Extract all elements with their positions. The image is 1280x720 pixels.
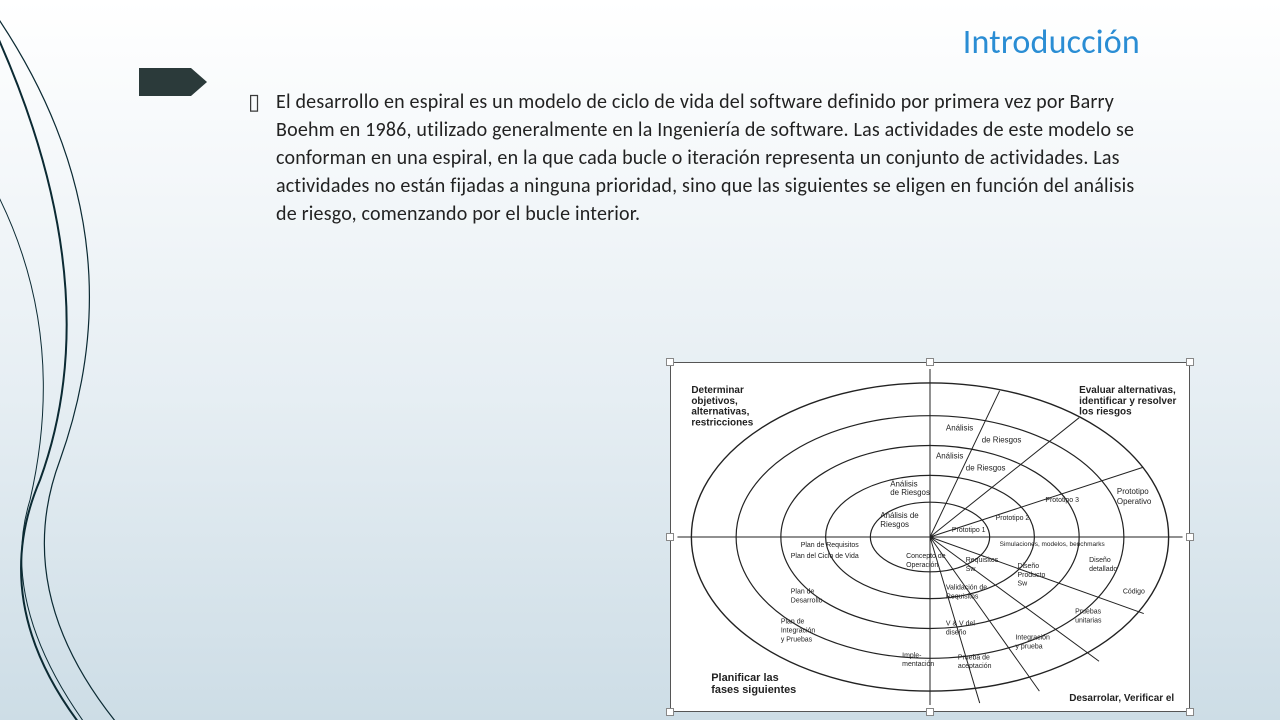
q1-label: Determinarobjetivos,alternativas,restric… (691, 385, 753, 429)
svg-text:Simulaciones, modelos, benchma: Simulaciones, modelos, benchmarks (1000, 541, 1105, 548)
svg-text:Análisis de: Análisis de (880, 511, 919, 520)
resize-handle[interactable] (1186, 533, 1194, 541)
svg-text:Plan deIntegracióny Pruebas: Plan deIntegracióny Pruebas (781, 619, 816, 644)
body-paragraph: El desarrollo en espiral es un modelo de… (276, 88, 1146, 228)
q2-label: Evaluar alternativas,identificar y resol… (1079, 385, 1176, 418)
svg-text:de Riesgos: de Riesgos (890, 488, 930, 497)
svg-text:PrototipoOperativo: PrototipoOperativo (1117, 487, 1152, 506)
resize-handle[interactable] (926, 358, 934, 366)
svg-text:Concepto deOperación: Concepto deOperación (906, 553, 946, 569)
theme-curves (0, 0, 260, 720)
resize-handle[interactable] (666, 358, 674, 366)
spiral-model-diagram: Determinarobjetivos,alternativas,restric… (670, 362, 1190, 712)
decorative-arrow (139, 68, 207, 96)
svg-text:RequisitosSw: RequisitosSw (966, 557, 999, 573)
svg-text:Diseñodetallado: Diseñodetallado (1089, 557, 1117, 573)
resize-handle[interactable] (666, 533, 674, 541)
svg-text:Código: Código (1123, 589, 1145, 596)
svg-text:V & V deldiseño: V & V deldiseño (946, 620, 975, 636)
svg-text:Pruebasunitarias: Pruebasunitarias (1075, 609, 1102, 625)
q3-label: Planificar lasfases siguientes (711, 672, 796, 696)
resize-handle[interactable] (926, 708, 934, 716)
svg-text:Validación deRequisitos: Validación deRequisitos (946, 585, 987, 601)
slide-canvas: Introducción ▯ El desarrollo en espiral … (0, 0, 1280, 720)
svg-text:Prueba deaceptación: Prueba deaceptación (958, 654, 992, 670)
resize-handle[interactable] (1186, 358, 1194, 366)
svg-text:Prototipo 3: Prototipo 3 (1045, 497, 1079, 504)
svg-text:Plan del Ciclo de Vida: Plan del Ciclo de Vida (791, 553, 859, 560)
bullet-marker: ▯ (248, 88, 266, 115)
svg-text:Análisis: Análisis (890, 479, 917, 488)
svg-text:Análisis: Análisis (936, 451, 963, 460)
svg-text:Prototipo 1: Prototipo 1 (952, 527, 986, 534)
svg-text:Plan deDesarrollo: Plan deDesarrollo (791, 589, 823, 605)
svg-text:de Riesgos: de Riesgos (982, 436, 1022, 445)
resize-handle[interactable] (666, 708, 674, 716)
svg-text:Prototipo 2: Prototipo 2 (996, 515, 1030, 522)
resize-handle[interactable] (1186, 708, 1194, 716)
svg-text:Plan de Requisitos: Plan de Requisitos (801, 542, 860, 549)
svg-text:de Riesgos: de Riesgos (966, 463, 1006, 472)
slide-title: Introducción (963, 22, 1140, 63)
svg-text:Análisis: Análisis (946, 424, 973, 433)
svg-text:DiseñoProductoSw: DiseñoProductoSw (1017, 563, 1045, 588)
svg-text:Integracióny prueba: Integracióny prueba (1016, 634, 1051, 650)
q4-label: Desarrolar, Verificar el (1069, 693, 1174, 704)
svg-text:Riesgos: Riesgos (880, 520, 909, 529)
